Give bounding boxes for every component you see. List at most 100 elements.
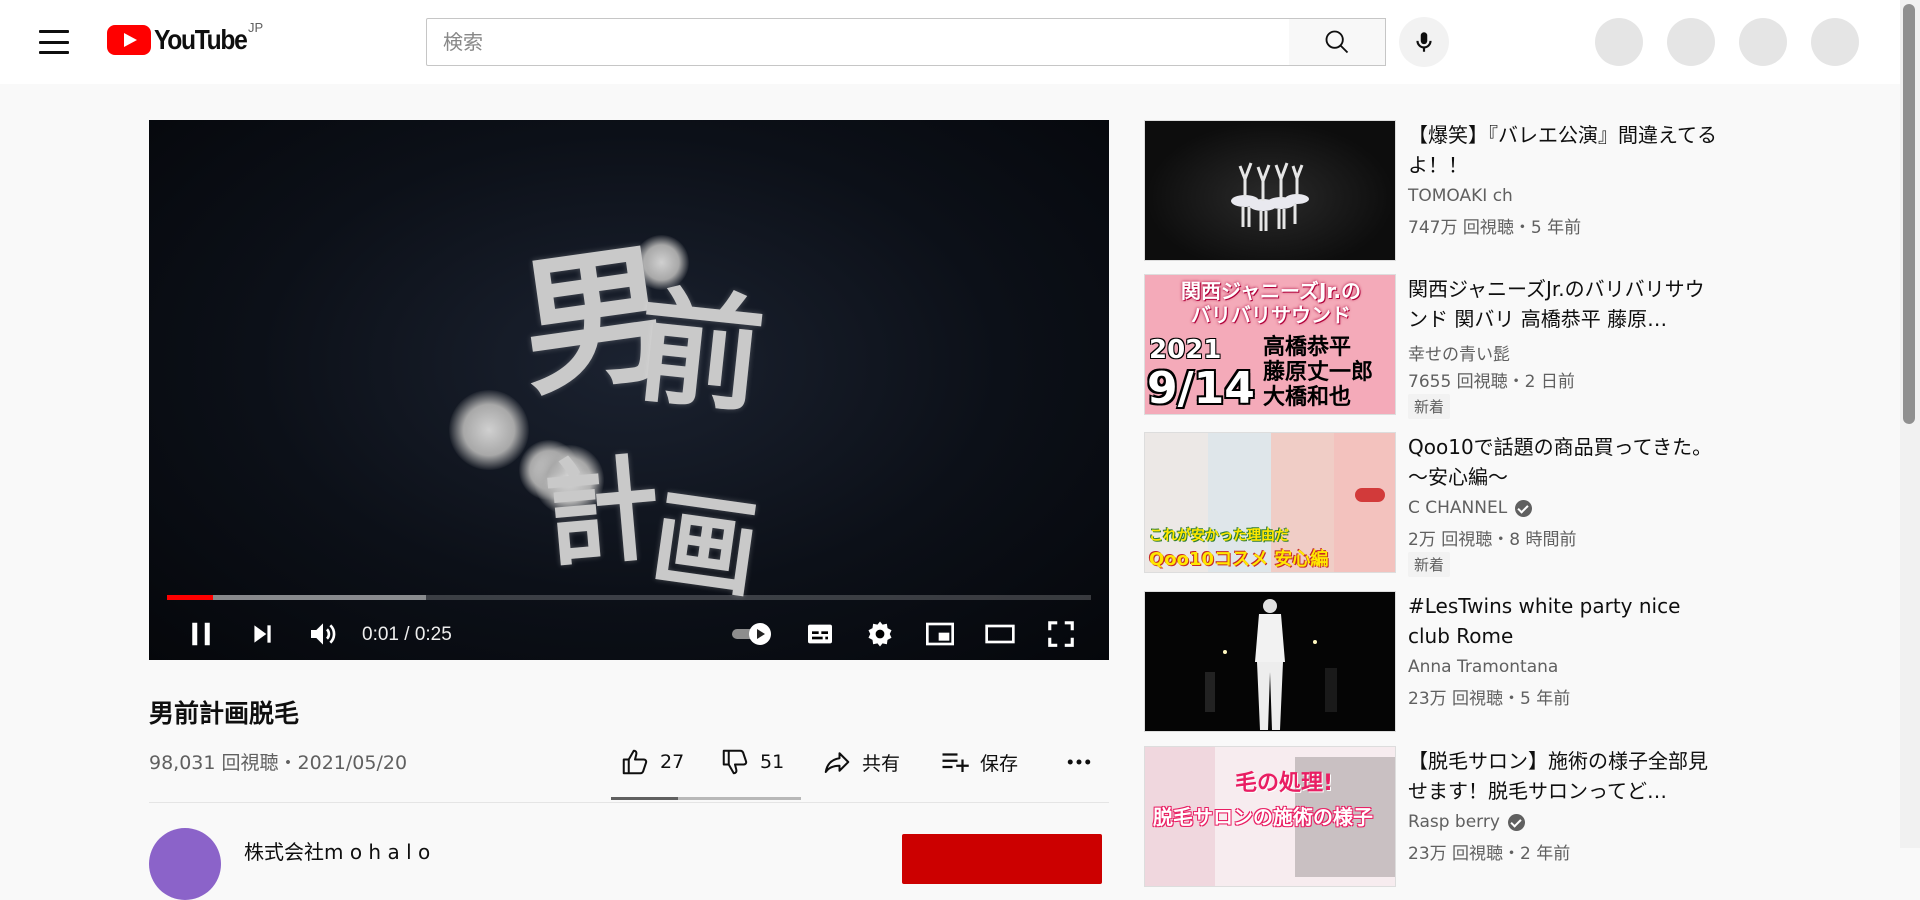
- thumb-line: バリバリサウンド: [1191, 303, 1351, 327]
- recommendation-item[interactable]: 【爆笑】『バレエ公演』間違えてるよ！！ TOMOAKI ch 747万 回視聴・…: [1144, 120, 1724, 264]
- recommendation-item[interactable]: これが安かった理由だ Qoo10コスメ 安心編 Qoo10で話題の商品買ってきた…: [1144, 432, 1724, 577]
- channel-label: TOMOAKI ch: [1408, 186, 1513, 206]
- thumb-name: 藤原丈一郎: [1263, 360, 1374, 385]
- theater-mode-icon: [985, 624, 1015, 644]
- save-label: 保存: [980, 752, 1019, 775]
- fullscreen-icon: [1048, 621, 1074, 647]
- youtube-logo[interactable]: YouTube: [107, 24, 259, 56]
- volume-icon: [311, 623, 336, 645]
- recommendation-item[interactable]: #LesTwins white party nice club Rome Ann…: [1144, 591, 1724, 735]
- channel-label: 幸せの青い髭: [1408, 345, 1510, 365]
- thumb-year: 2021: [1149, 335, 1222, 365]
- voice-search-button[interactable]: [1399, 17, 1449, 67]
- autoplay-toggle-icon: [732, 623, 771, 645]
- recommendation-title: 【爆笑】『バレエ公演』間違えてるよ！！: [1408, 123, 1717, 177]
- progress-bar[interactable]: [167, 595, 1091, 600]
- pause-icon: [192, 622, 210, 646]
- autoplay-toggle[interactable]: [729, 614, 777, 654]
- theater-mode-button[interactable]: [980, 614, 1020, 654]
- dislike-count: 51: [760, 751, 785, 773]
- channel-name[interactable]: 株式会社m o h a l o: [244, 836, 430, 865]
- pause-button[interactable]: [181, 614, 221, 654]
- thumbs-up-icon: [622, 749, 648, 775]
- recommendation-item[interactable]: 関西ジャニーズJr.の バリバリサウンド 2021 9/14 高橋恭平 藤原丈一…: [1144, 274, 1724, 419]
- video-meta: 98,031 回視聴・2021/05/20: [149, 752, 408, 774]
- subscribe-button[interactable]: [902, 834, 1102, 884]
- channel-label: C CHANNEL: [1408, 498, 1508, 518]
- search-input[interactable]: [426, 18, 1290, 66]
- calligraphy-char: 前: [630, 272, 771, 432]
- recommendation-views: 2万 回視聴・8 時間前: [1408, 530, 1577, 550]
- recommendation-views: 23万 回視聴・2 年前: [1408, 844, 1571, 864]
- dislike-button[interactable]: 51: [720, 742, 784, 782]
- scrollbar-thumb[interactable]: [1903, 4, 1915, 424]
- lip-shape: [1355, 488, 1385, 502]
- mic-icon: [1416, 32, 1432, 52]
- like-button[interactable]: 27: [620, 742, 684, 782]
- masthead: YouTube JP: [0, 0, 1900, 84]
- video-title: 男前計画脱毛: [149, 699, 300, 728]
- notifications-button[interactable]: [1739, 18, 1787, 66]
- subtitles-button[interactable]: [800, 614, 840, 654]
- new-badge: 新着: [1408, 394, 1451, 419]
- divider: [149, 802, 1109, 803]
- calligraphy-char: 計: [539, 440, 666, 585]
- recommendation-views: 747万 回視聴・5 年前: [1408, 218, 1582, 238]
- video-thumbnail: [1144, 120, 1396, 261]
- more-actions-button[interactable]: [1064, 742, 1104, 782]
- create-button[interactable]: [1595, 18, 1643, 66]
- miniplayer-icon: [926, 622, 954, 646]
- recommendation-title: #LesTwins white party nice club Rome: [1408, 594, 1681, 648]
- subtitles-icon: [808, 624, 832, 644]
- verified-badge-icon: [1507, 813, 1525, 831]
- account-avatar[interactable]: [1811, 18, 1859, 66]
- thumb-caption: これが安かった理由だ: [1149, 528, 1289, 544]
- share-label: 共有: [862, 752, 901, 775]
- volume-button[interactable]: [301, 614, 345, 654]
- settings-button[interactable]: [860, 614, 900, 654]
- thumb-caption: 脱毛サロンの施術の様子: [1153, 805, 1373, 829]
- video-player[interactable]: 男 前 計 画 0:01 / 0:25: [149, 120, 1109, 660]
- video-thumbnail: これが安かった理由だ Qoo10コスメ 安心編: [1144, 432, 1396, 573]
- recommendation-title: Qoo10で話題の商品買ってきた。～安心編～: [1408, 435, 1713, 489]
- like-count: 27: [660, 751, 685, 773]
- region-label: JP: [248, 20, 264, 35]
- next-button[interactable]: [242, 614, 282, 654]
- apps-button[interactable]: [1667, 18, 1715, 66]
- youtube-play-icon: [107, 25, 151, 55]
- recommendation-channel: TOMOAKI ch: [1408, 186, 1513, 206]
- thumb-caption: 毛の処理!: [1235, 771, 1334, 796]
- recommendation-title: 【脱毛サロン】施術の様子全部見せます！脱毛サロンってど…: [1408, 749, 1708, 803]
- recommendation-views: 23万 回視聴・5 年前: [1408, 689, 1571, 709]
- recommendation-channel: Rasp berry: [1408, 812, 1525, 832]
- lip-panel: [1334, 433, 1395, 572]
- player-controls: 0:01 / 0:25: [149, 608, 1109, 660]
- more-horizontal-icon: [1067, 759, 1091, 765]
- fullscreen-button[interactable]: [1041, 614, 1081, 654]
- search-icon: [1325, 30, 1349, 54]
- channel-label: Anna Tramontana: [1408, 657, 1559, 677]
- share-button[interactable]: 共有: [822, 742, 900, 782]
- thumb-line: 関西ジャニーズJr.の: [1180, 279, 1362, 303]
- thumb-headline: 関西ジャニーズJr.の バリバリサウンド: [1151, 279, 1391, 327]
- channel-label: Rasp berry: [1408, 812, 1500, 832]
- calligraphy-char: 画: [644, 475, 767, 613]
- recommendation-item[interactable]: 毛の処理! 脱毛サロンの施術の様子 【脱毛サロン】施術の様子全部見せます！脱毛サ…: [1144, 746, 1724, 890]
- thumbs-down-icon: [722, 749, 748, 775]
- thumb-caption: Qoo10コスメ 安心編: [1149, 549, 1329, 570]
- search-button[interactable]: [1289, 18, 1386, 66]
- miniplayer-button[interactable]: [920, 614, 960, 654]
- channel-avatar[interactable]: [149, 828, 221, 900]
- video-frame: 男 前 計 画: [149, 120, 1109, 660]
- recommendation-channel: Anna Tramontana: [1408, 657, 1558, 677]
- thumb-name: 大橋和也: [1263, 385, 1352, 410]
- menu-icon[interactable]: [34, 28, 74, 56]
- played-bar: [167, 595, 214, 600]
- recommendation-title: 関西ジャニーズJr.のバリバリサウンド 関バリ 高橋恭平 藤原…: [1408, 277, 1705, 331]
- recommendation-channel: C CHANNEL: [1408, 498, 1533, 518]
- performer-image: [1205, 599, 1337, 730]
- ballet-dancers-image: [1231, 162, 1309, 231]
- save-button[interactable]: 保存: [940, 742, 1018, 782]
- ink-splash: [449, 390, 529, 470]
- video-thumbnail: [1144, 591, 1396, 732]
